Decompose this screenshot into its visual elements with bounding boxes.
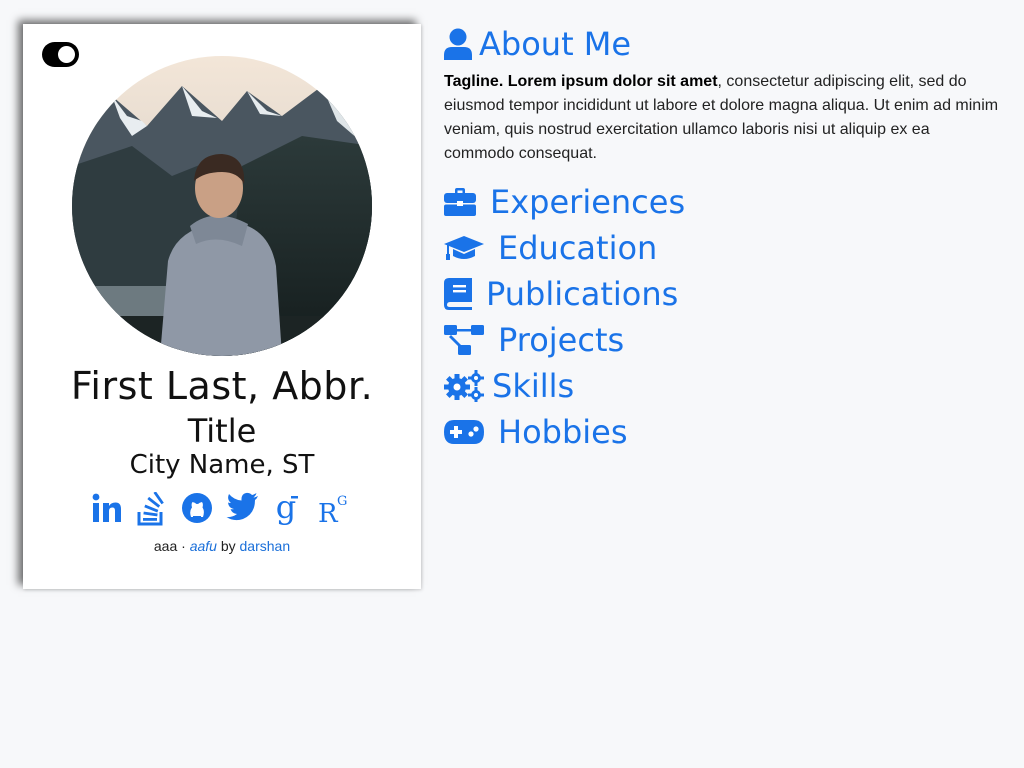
section-label-experiences: Experiences	[490, 183, 686, 221]
twitter-icon[interactable]	[226, 492, 262, 528]
briefcase-icon	[444, 188, 490, 216]
about-paragraph: Tagline. Lorem ipsum dolor sit amet, con…	[444, 70, 1004, 166]
section-label-education: Education	[498, 229, 658, 267]
footer-prefix: aaa ·	[153, 538, 186, 554]
section-hobbies[interactable]: Hobbies	[444, 412, 628, 452]
section-education[interactable]: Education	[444, 228, 657, 268]
section-skills[interactable]: Skills	[444, 366, 574, 406]
graduation-cap-icon	[444, 234, 498, 262]
researchgate-icon[interactable]: R G	[316, 490, 352, 529]
google-scholar-icon[interactable]: g	[271, 488, 307, 528]
project-diagram-icon	[444, 324, 498, 356]
author-link[interactable]: darshan	[240, 538, 291, 554]
github-icon[interactable]	[181, 492, 217, 528]
footer-credit: aaa · aafu by darshan	[23, 538, 421, 554]
section-label-skills: Skills	[492, 367, 575, 405]
theme-link[interactable]: aafu	[190, 538, 217, 554]
section-label-hobbies: Hobbies	[498, 413, 628, 451]
section-experiences[interactable]: Experiences	[444, 182, 685, 222]
profile-photo	[72, 56, 372, 356]
linkedin-icon[interactable]	[91, 492, 127, 528]
about-heading-label: About Me	[479, 25, 632, 63]
profile-card: First Last, Abbr. Title City Name, ST g …	[23, 24, 421, 589]
section-publications[interactable]: Publications	[444, 274, 678, 314]
about-heading: About Me	[444, 22, 1004, 66]
main-content: About Me Tagline. Lorem ipsum dolor sit …	[444, 22, 1004, 451]
profile-title: Title	[187, 412, 257, 450]
section-projects[interactable]: Projects	[444, 320, 624, 360]
footer-by: by	[220, 538, 236, 554]
stackoverflow-icon[interactable]	[136, 491, 172, 528]
section-label-projects: Projects	[498, 321, 625, 359]
cogs-icon	[444, 370, 492, 402]
toggle-knob	[58, 46, 75, 63]
theme-toggle[interactable]	[42, 42, 79, 67]
section-label-publications: Publications	[486, 275, 679, 313]
book-icon	[444, 278, 486, 310]
gamepad-icon	[444, 420, 498, 444]
svg-text:R: R	[318, 499, 339, 526]
profile-name: First Last, Abbr.	[70, 364, 374, 408]
profile-location: City Name, ST	[129, 450, 315, 480]
user-icon	[444, 28, 472, 60]
tagline: Tagline. Lorem ipsum dolor sit amet	[444, 73, 718, 90]
social-links: g R G	[91, 488, 353, 532]
svg-text:G: G	[337, 494, 347, 509]
